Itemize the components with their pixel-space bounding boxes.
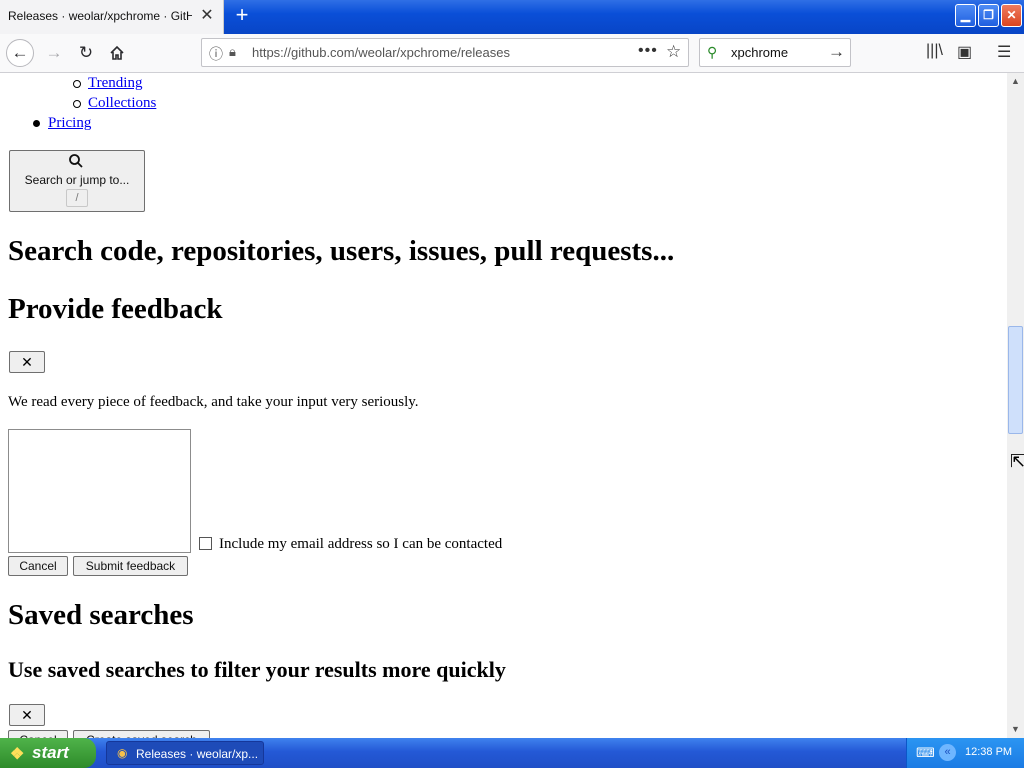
info-icon[interactable]: ⓘ (209, 44, 223, 64)
sidebar-toggle-icon[interactable]: ▣ (957, 42, 972, 62)
feedback-cancel-button[interactable]: Cancel (8, 556, 68, 576)
browser-tab-active[interactable]: Releases · weolar/xpchrome · GitHub ✕ (0, 0, 224, 34)
new-tab-button[interactable]: + (232, 4, 252, 28)
tray-clock: 12:38 PM (965, 746, 1013, 758)
page-content: Trending Collections Pricing Search or j… (0, 73, 1007, 738)
feedback-heading: Provide feedback (8, 293, 223, 325)
list-bullet (33, 120, 40, 127)
nav-link-pricing[interactable]: Pricing (48, 115, 91, 132)
feedback-description: We read every piece of feedback, and tak… (8, 394, 419, 410)
saved-searches-close-button[interactable]: ✕ (9, 704, 45, 726)
nav-link-trending[interactable]: Trending (88, 75, 142, 92)
feedback-close-button[interactable]: ✕ (9, 351, 45, 373)
reload-icon: ↻ (78, 43, 94, 62)
search-go-arrow-icon[interactable]: → (828, 42, 845, 62)
include-email-label[interactable]: Include my email address so I can be con… (219, 536, 502, 553)
saved-search-cancel-button[interactable]: Cancel (8, 730, 68, 738)
navigation-toolbar: ← → ↻ ⓘ 🔒︎ https://github.com/weolar/xpc… (0, 34, 1024, 73)
home-icon (110, 45, 124, 60)
saved-searches-heading: Saved searches (8, 599, 194, 631)
search-heading: Search code, repositories, users, issues… (8, 235, 675, 267)
taskbar-window-button[interactable]: ◉ Releases · weolar/xp... (106, 741, 264, 765)
lock-warning-icon[interactable]: 🔒︎ (229, 44, 236, 60)
include-email-checkbox[interactable] (199, 537, 212, 550)
search-bar[interactable]: ⚲ xpchrome → (699, 38, 851, 67)
search-jump-label: Search or jump to... (24, 173, 130, 187)
search-jump-button[interactable]: Search or jump to... / (9, 150, 145, 212)
windows-logo-icon: ❖ (10, 746, 25, 763)
title-bar: Releases · weolar/xpchrome · GitHub ✕ + … (0, 0, 1024, 34)
mouse-cursor-icon: ⇱ (1010, 451, 1024, 472)
url-bar[interactable]: ⓘ 🔒︎ https://github.com/weolar/xpchrome/… (201, 38, 689, 67)
browser-app-icon: ◉ (117, 746, 128, 760)
forward-arrow-icon: → (45, 43, 63, 62)
page-actions-icon[interactable]: ••• (638, 42, 658, 60)
keyboard-shortcut-badge: / (66, 189, 88, 207)
scroll-up-arrow-icon[interactable]: ▲ (1007, 73, 1024, 90)
home-button[interactable] (103, 39, 131, 67)
vertical-scrollbar[interactable]: ▲ ▼ (1007, 73, 1024, 738)
start-label: start (32, 743, 69, 762)
window-close-button[interactable]: ✕ (1001, 4, 1022, 27)
start-button[interactable]: ❖ start (0, 738, 96, 768)
search-engine-icon: ⚲ (707, 44, 718, 60)
scroll-down-arrow-icon[interactable]: ▼ (1007, 721, 1024, 738)
create-saved-search-button[interactable]: Create saved search (73, 730, 210, 738)
keyboard-icon[interactable]: ⌨ (916, 745, 935, 761)
close-icon: ✕ (21, 354, 33, 370)
tray-expand-icon[interactable]: « (939, 744, 956, 761)
reload-button[interactable]: ↻ (72, 39, 100, 67)
forward-button[interactable]: → (40, 39, 68, 67)
nav-link-collections[interactable]: Collections (88, 95, 156, 112)
library-icon[interactable]: |||\ (926, 42, 943, 60)
taskbar-window-label: Releases · weolar/xp... (136, 747, 259, 761)
back-arrow-icon: ← (11, 43, 29, 62)
bookmark-star-icon[interactable]: ☆ (666, 42, 681, 62)
tab-close-icon[interactable]: ✕ (199, 7, 215, 25)
saved-searches-subheading: Use saved searches to filter your result… (8, 657, 506, 682)
scrollbar-thumb[interactable] (1008, 326, 1023, 434)
feedback-textarea[interactable] (8, 429, 191, 553)
minimize-button[interactable]: ▁ (955, 4, 976, 27)
windows-taskbar: ❖ start ◉ Releases · weolar/xp... ⌨ « 12… (0, 738, 1024, 768)
tab-title: Releases · weolar/xpchrome · GitHub (8, 9, 192, 23)
submit-feedback-button[interactable]: Submit feedback (73, 556, 188, 576)
hamburger-menu-icon[interactable]: ☰ (997, 42, 1011, 62)
list-bullet (73, 100, 81, 108)
back-button[interactable]: ← (6, 39, 34, 67)
url-text[interactable]: https://github.com/weolar/xpchrome/relea… (252, 45, 510, 60)
close-icon: ✕ (21, 707, 33, 723)
maximize-button[interactable]: ❐ (978, 4, 999, 27)
system-tray: ⌨ « 12:38 PM (906, 738, 1024, 768)
search-input[interactable]: xpchrome (731, 45, 788, 60)
search-icon (68, 153, 84, 173)
list-bullet (73, 80, 81, 88)
